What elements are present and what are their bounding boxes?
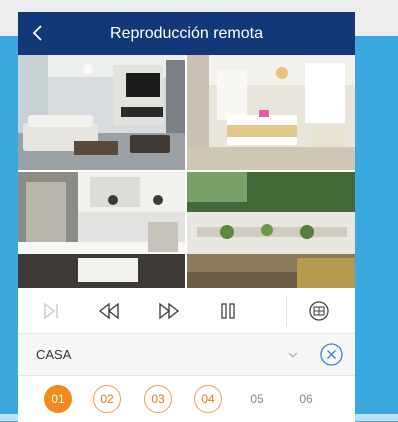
app-screen: Reproducción remota CASA 01 02 03 04 05 … [18,12,355,422]
group-selector[interactable]: CASA [18,334,355,376]
page-title: Reproducción remota [110,25,263,42]
close-icon[interactable] [319,342,344,367]
camera-1-living-room[interactable] [18,55,185,170]
channel-06[interactable]: 06 [292,385,320,413]
step-forward-icon [44,302,58,319]
camera-3-kitchen[interactable] [18,172,185,288]
channel-04[interactable]: 04 [194,385,222,413]
fast-forward-button[interactable] [142,288,196,333]
rewind-button[interactable] [82,288,136,333]
back-button[interactable] [22,16,54,50]
step-forward-button[interactable] [24,288,78,333]
channel-list: 01 02 03 04 05 06 [18,376,355,422]
rewind-icon [98,302,119,319]
fast-forward-icon [159,302,180,319]
pause-icon [221,302,235,319]
channel-01[interactable]: 01 [44,385,72,413]
playback-controls [18,288,355,334]
record-icon [309,300,329,321]
channel-05[interactable]: 05 [243,385,271,413]
channel-03[interactable]: 03 [144,385,172,413]
camera-2-bedroom[interactable] [187,55,355,170]
chevron-down-icon[interactable] [286,348,300,362]
camera-4-garden[interactable] [187,172,355,288]
controls-divider [286,295,287,326]
pause-button[interactable] [201,288,255,333]
chevron-left-icon [32,25,42,41]
channel-02[interactable]: 02 [93,385,121,413]
camera-grid [18,55,355,288]
group-name: CASA [36,347,72,362]
record-button[interactable] [292,288,346,333]
title-bar: Reproducción remota [18,12,355,55]
